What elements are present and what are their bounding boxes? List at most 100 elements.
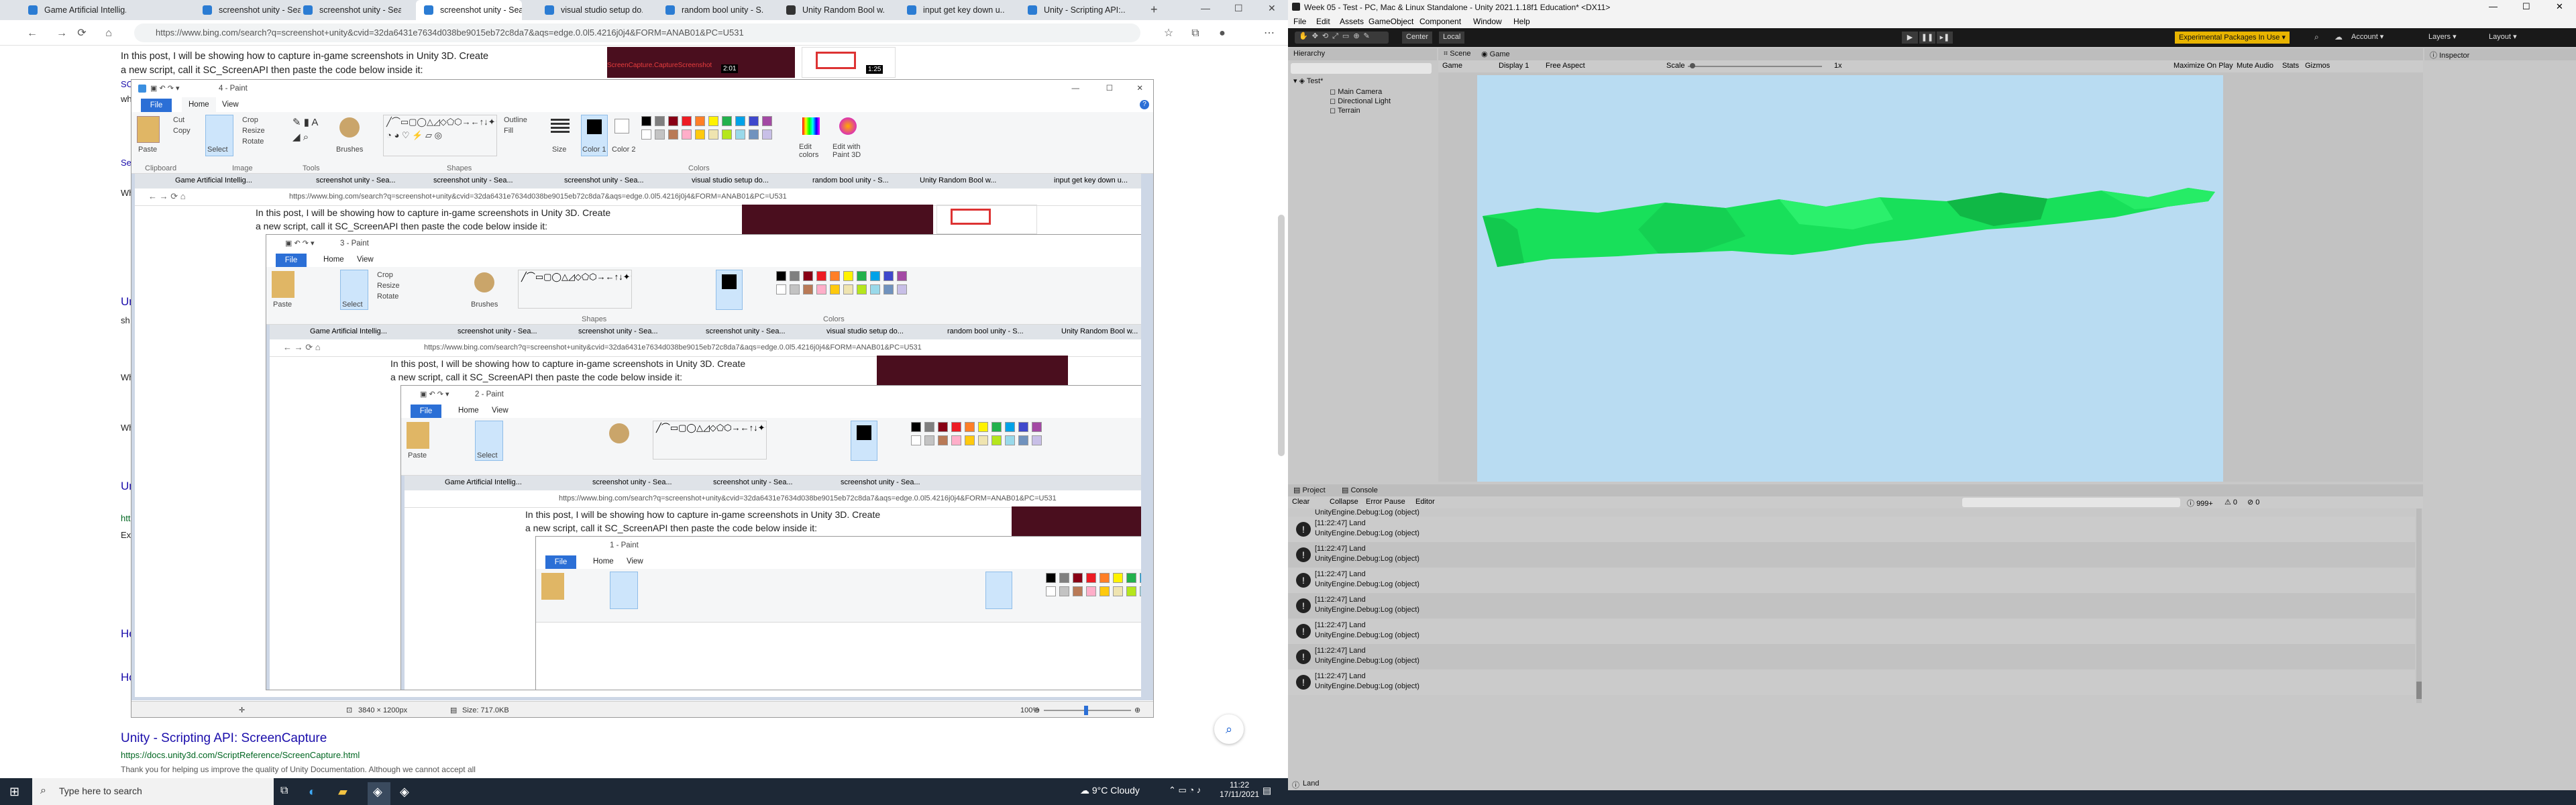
forward-icon[interactable]: → [54,25,70,42]
palette-swatch[interactable] [695,129,705,140]
tab-scene[interactable]: ⌗ Scene [1444,50,1470,58]
console-entry[interactable]: ! [11:22:47] Land UnityEngine.Debug:Log (o… [1288,644,2415,669]
edit-colors-icon[interactable] [802,117,820,135]
browser-tab[interactable]: Unity Random Bool w... [778,0,884,20]
minimize-icon[interactable]: — [1072,80,1080,97]
console-entry[interactable]: ! [11:22:47] Land UnityEngine.Debug:Log (o… [1288,542,2415,568]
copy-button[interactable]: Copy [173,127,191,135]
hierarchy-scene[interactable]: ▾ ◈ Test* [1293,76,1323,85]
minimize-icon[interactable]: — [1201,3,1210,13]
palette-swatch[interactable] [762,116,772,126]
clock[interactable]: 11:22 17/11/2021 [1220,780,1259,799]
warning-count[interactable]: ⚠ 0 [2224,498,2237,506]
browser-tab[interactable]: visual studio setup do... [537,0,643,20]
home-icon[interactable]: ⌂ [101,25,117,42]
browser-tab[interactable]: input get key down u... [899,0,1005,20]
palette-swatch[interactable] [735,116,745,126]
more-icon[interactable]: ⋯ [1261,25,1277,42]
console-entry[interactable]: ! [11:22:47] Land UnityEngine.Debug:Log (o… [1288,619,2415,644]
unity-editor-taskbar-icon[interactable]: ◈ [400,785,409,799]
video-thumbnail[interactable]: ScreenCapture.CaptureScreenshot 2:01 [607,47,795,78]
result-title[interactable]: Unity - Scripting API: ScreenCapture [121,731,327,746]
maximize-icon[interactable]: ☐ [1106,80,1113,97]
hierarchy-item[interactable]: ◻ Directional Light [1330,97,1391,105]
palette-swatch[interactable] [722,129,732,140]
size-icon[interactable] [551,119,570,133]
game-dropdown[interactable]: Game [1442,62,1462,70]
palette-swatch[interactable] [708,129,718,140]
palette-swatch[interactable] [641,129,651,140]
hierarchy-search[interactable] [1291,63,1432,74]
palette-swatch[interactable] [655,129,665,140]
search-icon[interactable]: ⌕ [1214,714,1244,744]
palette-swatch[interactable] [749,116,759,126]
scale-slider[interactable] [1688,66,1822,67]
back-icon[interactable]: ← [24,25,40,42]
url-field[interactable]: https://www.bing.com/search?q=screenshot… [134,23,1140,42]
console-entry[interactable]: ! [11:22:47] Land UnityEngine.Debug:Log (o… [1288,593,2415,619]
error-pause-button[interactable]: Error Pause [1366,498,1405,506]
quick-access-icon[interactable]: ▣ ↶ ↷ ▾ [150,80,180,97]
browser-tab[interactable]: Game Artificial Intellig... [20,0,126,20]
aspect-dropdown[interactable]: Free Aspect [1546,62,1585,70]
file-tab[interactable]: File [141,99,172,112]
palette-swatch[interactable] [668,129,678,140]
palette-swatch[interactable] [749,129,759,140]
cloud-icon[interactable]: ☁ [2334,32,2343,42]
palette-swatch[interactable] [708,116,718,126]
console-scrollbar[interactable] [2416,508,2422,703]
browser-tab[interactable]: random bool unity - S... [657,0,763,20]
hierarchy-item[interactable]: ◻ Main Camera [1330,87,1382,96]
tab-inspector[interactable]: ⓘ Inspector [2430,50,2469,60]
palette-swatch[interactable] [682,129,692,140]
minimize-icon[interactable]: — [2489,1,2498,11]
layout-dropdown[interactable]: Layout ▾ [2489,32,2517,41]
log-count[interactable]: ⓘ 999+ [2187,498,2213,508]
zoom-thumb[interactable] [1084,706,1088,715]
clear-button[interactable]: Clear [1292,498,1309,506]
scale-thumb[interactable] [1690,63,1695,68]
close-icon[interactable]: ✕ [1268,3,1276,14]
hierarchy-tab[interactable]: Hierarchy [1293,50,1325,58]
profile-icon[interactable]: ● [1214,25,1230,42]
picker-icon[interactable]: ◢ ⌕ [292,131,309,143]
crop-button[interactable]: Crop [242,116,258,124]
video-thumbnail[interactable]: 1:25 [802,47,896,78]
menu-edit[interactable]: Edit [1316,17,1330,26]
paste-label[interactable]: Paste [138,146,157,154]
edge-icon[interactable]: ◐ [309,785,316,799]
console-entry[interactable]: ! [11:22:47] Land UnityEngine.Debug:Log (o… [1288,517,2415,542]
experimental-packages-badge[interactable]: Experimental Packages In Use ▾ [2175,32,2290,44]
palette-swatch[interactable] [722,116,732,126]
view-tab[interactable]: View [215,97,246,112]
notifications-icon[interactable]: ▤ [1263,785,1271,796]
cut-button[interactable]: Cut [173,116,184,124]
stats-button[interactable]: Stats [2282,62,2299,70]
menu-help[interactable]: Help [1513,17,1530,26]
task-view-icon[interactable]: ⧉ [280,785,288,797]
browser-tab[interactable]: screenshot unity - Sea... [295,0,401,20]
maximize-on-play[interactable]: Maximize On Play [2174,62,2233,70]
palette-swatch[interactable] [668,116,678,126]
favorites-icon[interactable]: ☆ [1161,25,1177,42]
palette-swatch[interactable] [641,116,651,126]
menu-component[interactable]: Component [1419,17,1461,26]
new-tab-icon[interactable]: + [1150,3,1158,17]
palette-swatch[interactable] [655,116,665,126]
taskbar-search[interactable]: ⌕ Type here to search [32,778,274,805]
rotate-button[interactable]: Rotate [242,138,264,146]
refresh-icon[interactable]: ⟳ [74,25,90,42]
maximize-icon[interactable]: ☐ [2522,1,2530,12]
paint-canvas-area[interactable]: Game Artificial Intellig... screenshot u… [131,174,1153,700]
close-icon[interactable]: ✕ [2556,1,2563,12]
pivot-toggle[interactable]: Center [1402,32,1433,44]
zoom-in-icon[interactable]: ⊕ [1134,702,1140,717]
outline-button[interactable]: Outline [504,116,527,124]
mute-audio[interactable]: Mute Audio [2237,62,2273,70]
maximize-icon[interactable]: ☐ [1234,3,1243,14]
shapes-gallery[interactable]: ╱⌒▭▢◯△◿◇⬠⬡→←↑↓✦★☆✚ ◔ ◕ ♡ ⚡ ▱ ◎ [383,115,497,156]
palette-swatch[interactable] [735,129,745,140]
browser-tab[interactable]: Unity - Scripting API:... [1020,0,1126,20]
close-icon[interactable]: ✕ [1136,80,1143,97]
console-entry[interactable]: ! [11:22:47] Land UnityEngine.Debug:Log (o… [1288,568,2415,593]
